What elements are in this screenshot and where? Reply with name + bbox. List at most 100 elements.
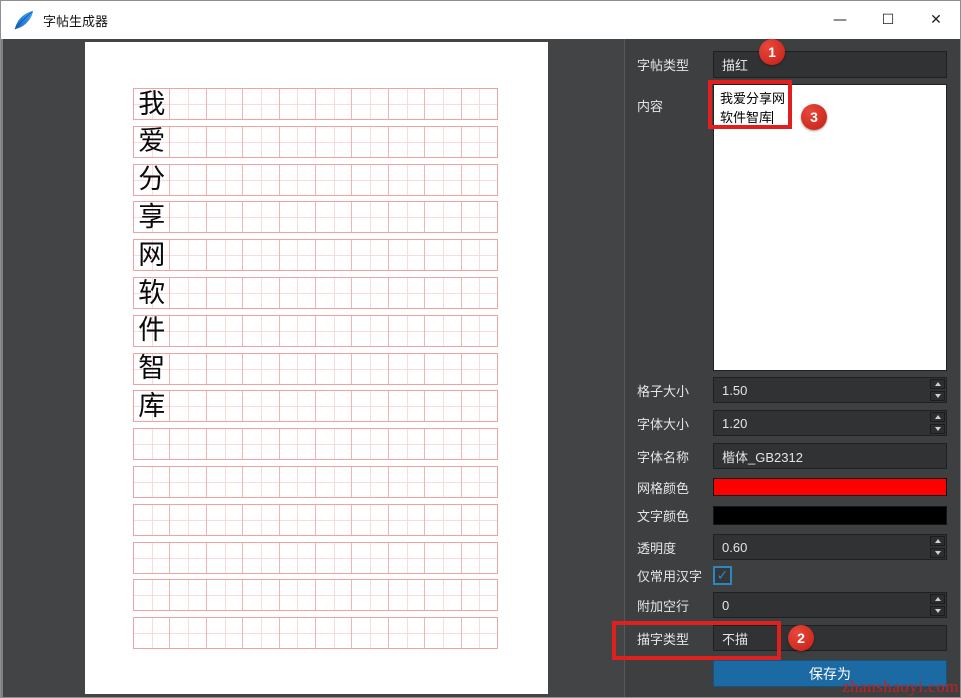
grid-cell — [352, 543, 388, 573]
window-controls: — ☐ ✕ — [816, 1, 960, 39]
grid-cell — [462, 127, 497, 157]
spin-up-icon[interactable] — [930, 594, 945, 604]
spin-up-icon[interactable] — [930, 536, 945, 546]
text-color-swatch[interactable] — [713, 506, 947, 525]
grid-cell: 软 — [134, 278, 170, 308]
annotation-rect-trace-type — [612, 621, 781, 660]
grid-cell — [389, 618, 425, 648]
grid-cell — [425, 165, 461, 195]
grid-cell — [352, 467, 388, 497]
grid-row: 库 — [133, 390, 498, 422]
grid-cell: 网 — [134, 240, 170, 270]
grid-cell: 爱 — [134, 127, 170, 157]
close-button[interactable]: ✕ — [912, 1, 960, 39]
app-window: 字帖生成器 — ☐ ✕ 我爱分享网软件智库 字帖类型 描红 内容 我爱分享网软件… — [0, 0, 961, 698]
spin-down-icon[interactable] — [930, 548, 945, 558]
font-name-input[interactable]: 楷体_GB2312 — [713, 443, 947, 469]
grid-cell — [316, 391, 352, 421]
grid-cell — [462, 580, 497, 610]
grid-cell — [462, 505, 497, 535]
grid-cell — [243, 618, 279, 648]
grid-cell — [352, 316, 388, 346]
grid-cell — [207, 580, 243, 610]
grid-size-input[interactable]: 1.50 — [713, 377, 947, 403]
grid-cell — [207, 316, 243, 346]
grid-cell — [170, 278, 206, 308]
minimize-button[interactable]: — — [816, 1, 864, 39]
grid-cell — [243, 429, 279, 459]
grid-cell — [425, 202, 461, 232]
grid-color-swatch[interactable] — [713, 478, 947, 496]
grid-cell — [425, 618, 461, 648]
grid-cell — [316, 127, 352, 157]
spin-down-icon[interactable] — [930, 424, 945, 434]
grid-cell — [280, 89, 316, 119]
grid-cell — [389, 543, 425, 573]
window-title: 字帖生成器 — [43, 11, 108, 30]
grid-row — [133, 504, 498, 536]
practice-character: 智 — [134, 354, 169, 384]
grid-cell — [280, 429, 316, 459]
grid-cell — [389, 127, 425, 157]
grid-cell — [316, 467, 352, 497]
copybook-type-select[interactable]: 描红 — [713, 51, 947, 78]
practice-character: 分 — [134, 165, 169, 195]
grid-cell — [243, 543, 279, 573]
grid-cell — [134, 505, 170, 535]
grid-cell — [316, 618, 352, 648]
grid-cell — [462, 278, 497, 308]
row-font-name: 字体名称 楷体_GB2312 — [637, 443, 947, 469]
grid-cell — [462, 316, 497, 346]
content-label: 内容 — [637, 84, 713, 115]
annotation-step-2: 2 — [788, 625, 814, 651]
grid-cell — [170, 391, 206, 421]
grid-cell — [280, 354, 316, 384]
maximize-button[interactable]: ☐ — [864, 1, 912, 39]
grid-cell — [316, 89, 352, 119]
grid-cell — [207, 505, 243, 535]
spin-up-icon[interactable] — [930, 379, 945, 389]
grid-cell — [134, 543, 170, 573]
spin-down-icon[interactable] — [930, 391, 945, 401]
grid-cell — [462, 202, 497, 232]
grid-row: 网 — [133, 239, 498, 271]
grid-cell: 我 — [134, 89, 170, 119]
row-content: 内容 我爱分享网软件智库 — [637, 84, 947, 371]
row-copybook-type: 字帖类型 描红 — [637, 51, 947, 78]
grid-size-spinner — [929, 378, 946, 402]
grid-cell — [243, 202, 279, 232]
font-name-label: 字体名称 — [637, 447, 713, 466]
practice-character: 件 — [134, 316, 169, 346]
font-size-label: 字体大小 — [637, 414, 713, 433]
extra-lines-input[interactable]: 0 — [713, 592, 947, 618]
grid-cell — [389, 278, 425, 308]
grid-cell — [425, 240, 461, 270]
grid-cell — [316, 240, 352, 270]
grid-row: 智 — [133, 353, 498, 385]
grid-cell — [207, 391, 243, 421]
grid-cell — [134, 429, 170, 459]
grid-cell — [462, 240, 497, 270]
row-text-color: 文字颜色 — [637, 506, 947, 525]
opacity-spinner — [929, 535, 946, 559]
grid-cell — [243, 354, 279, 384]
grid-cell — [280, 467, 316, 497]
font-size-spinner — [929, 411, 946, 435]
grid-cell — [352, 391, 388, 421]
grid-cell — [170, 127, 206, 157]
font-size-input[interactable]: 1.20 — [713, 410, 947, 436]
grid-cell — [462, 391, 497, 421]
grid-row — [133, 617, 498, 649]
grid-cell — [170, 580, 206, 610]
opacity-input[interactable]: 0.60 — [713, 534, 947, 560]
spin-down-icon[interactable] — [930, 606, 945, 616]
practice-character: 库 — [134, 391, 169, 421]
grid-cell — [462, 165, 497, 195]
grid-cell — [389, 505, 425, 535]
grid-cell — [280, 202, 316, 232]
grid-cell — [170, 505, 206, 535]
grid-cell — [425, 391, 461, 421]
spin-up-icon[interactable] — [930, 412, 945, 422]
watermark: zhanshaoyi.com — [842, 677, 959, 697]
common-only-checkbox[interactable]: ✓ — [713, 566, 732, 585]
